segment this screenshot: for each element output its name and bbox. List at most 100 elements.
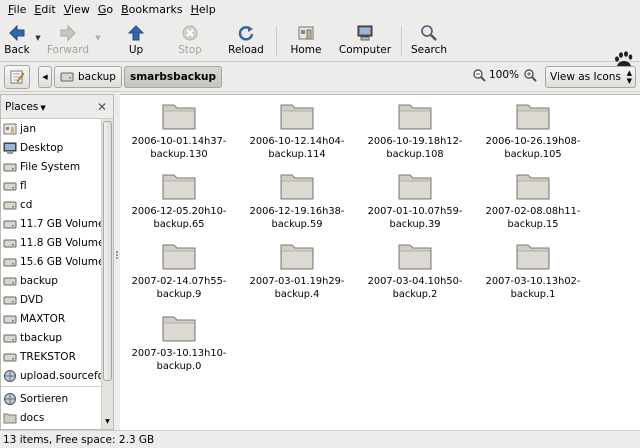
sidebar-scrollbar[interactable]: ▼ [101, 119, 113, 429]
forward-history-dropdown[interactable]: ▼ [92, 20, 104, 60]
folder-item[interactable]: 2007-02-08.08h11- backup.15 [474, 171, 592, 231]
sidebar-item-desktop[interactable]: Desktop [1, 138, 101, 157]
sidebar-item-docs[interactable]: docs [1, 408, 101, 427]
sidebar-item-label: 11.8 GB Volume [20, 236, 101, 249]
sidebar-item-11-8-gb-volume[interactable]: 11.8 GB Volume [1, 233, 101, 252]
folder-item[interactable]: 2006-10-26.19h08- backup.105 [474, 101, 592, 161]
pane-resize-grip[interactable] [115, 250, 119, 262]
folder-item[interactable]: 2006-12-05.20h10- backup.65 [120, 171, 238, 231]
drive-icon [3, 293, 20, 307]
chevron-down-icon: ▼ [40, 103, 46, 112]
sidebar-item-11-7-gb-volume[interactable]: 11.7 GB Volume [1, 214, 101, 233]
sidebar-item-label: Desktop [20, 141, 64, 154]
folder-item[interactable]: 2006-10-12.14h04- backup.114 [238, 101, 356, 161]
view-mode-select[interactable]: View as Icons ▲ ▼ [545, 66, 636, 88]
scroll-down-icon[interactable]: ▼ [103, 417, 112, 427]
sidebar-item-backup[interactable]: backup [1, 271, 101, 290]
desktop-icon [3, 141, 20, 155]
search-label: Search [410, 44, 448, 56]
folder-item[interactable]: 2007-01-10.07h59- backup.39 [356, 171, 474, 231]
sidebar-item-maxtor[interactable]: MAXTOR [1, 309, 101, 328]
folder-icon [162, 244, 196, 270]
file-icon-view[interactable]: 2006-10-01.14h37- backup.130 2006-10-12.1… [120, 94, 640, 430]
sidebar-item-file-system[interactable]: File System [1, 157, 101, 176]
scrollbar-thumb[interactable] [103, 121, 112, 381]
breadcrumb-smarbsbackup[interactable]: smarbsbackup [123, 65, 222, 88]
sidebar-item-label: File System [20, 160, 81, 173]
network-icon [3, 392, 20, 406]
sidebar-item-fl[interactable]: fl [1, 176, 101, 195]
breadcrumb-backup[interactable]: backup [54, 65, 122, 88]
sidebar-item-dvd[interactable]: DVD [1, 290, 101, 309]
breadcrumb-scroll-left-button[interactable]: ◀ [38, 65, 52, 88]
folder-name: 2007-03-10.13h02- backup.1 [485, 276, 581, 300]
menu-edit[interactable]: Edit [30, 0, 59, 20]
home-icon [298, 26, 314, 40]
folder-item[interactable]: 2007-03-10.13h02- backup.1 [474, 241, 592, 301]
folder-item[interactable]: 2007-03-01.19h29- backup.4 [238, 241, 356, 301]
folder-icon [280, 104, 314, 130]
folder-icon [516, 244, 550, 270]
folder-name: 2006-12-05.20h10- backup.65 [131, 206, 227, 230]
folder-name: 2007-03-10.13h10- backup.0 [131, 348, 227, 372]
zoom-in-icon[interactable] [523, 68, 537, 82]
sidebar-item-label: 11.7 GB Volume [20, 217, 101, 230]
chevron-down-icon: ▼ [35, 34, 41, 42]
menu-help[interactable]: Help [187, 0, 220, 20]
folder-name: 2007-02-08.08h11- backup.15 [485, 206, 581, 230]
drive-icon [3, 350, 20, 364]
folder-item[interactable]: 2006-10-01.14h37- backup.130 [120, 101, 238, 161]
folder-item[interactable]: 2006-10-19.18h12- backup.108 [356, 101, 474, 161]
chevron-updown-icon: ▲ ▼ [626, 69, 632, 85]
forward-button[interactable]: Forward [44, 20, 92, 60]
places-list: jan Desktop File System fl cd 11.7 GB Volume 1… [1, 119, 101, 429]
folder-item[interactable]: 2007-02-14.07h55- backup.9 [120, 241, 238, 301]
menu-file[interactable]: File [4, 0, 30, 20]
folder-name: 2006-12-19.16h38- backup.59 [249, 206, 345, 230]
folder-icon [398, 104, 432, 130]
sidebar-item-15-6-gb-volume[interactable]: 15.6 GB Volume [1, 252, 101, 271]
sidebar-item-trekstor[interactable]: TREKSTOR [1, 347, 101, 366]
sidebar-item-upload-sourcefor[interactable]: upload.sourcefor [1, 366, 101, 385]
menu-go[interactable]: Go [94, 0, 117, 20]
back-button[interactable]: Back [2, 20, 32, 60]
folder-icon [398, 244, 432, 270]
folder-item[interactable]: 2006-12-19.16h38- backup.59 [238, 171, 356, 231]
home-button[interactable]: Home [283, 20, 329, 60]
reload-button[interactable]: Reload [222, 20, 270, 60]
folder-name: 2006-10-01.14h37- backup.130 [131, 136, 227, 160]
folder-icon [3, 411, 20, 425]
search-button[interactable]: Search [408, 20, 450, 60]
sidebar-item-tbackup[interactable]: tbackup [1, 328, 101, 347]
sidebar-item-label: MAXTOR [20, 312, 66, 325]
drive-icon [3, 217, 20, 231]
sidebar-item-cd[interactable]: cd [1, 195, 101, 214]
stop-label: Stop [178, 44, 202, 56]
sidebar-type-select[interactable]: Places ▼ [5, 101, 46, 113]
toggle-location-entry-button[interactable] [4, 64, 30, 89]
sidebar-item-label: upload.sourcefor [20, 369, 101, 382]
menu-view[interactable]: View [60, 0, 94, 20]
computer-button[interactable]: Computer [335, 20, 395, 60]
back-history-dropdown[interactable]: ▼ [32, 20, 44, 60]
folder-name: 2006-10-26.19h08- backup.105 [485, 136, 581, 160]
location-bar: ◀ backup smarbsbackup 100% View as Icons… [0, 62, 640, 92]
search-icon [421, 25, 437, 41]
zoom-out-icon[interactable] [472, 68, 486, 82]
computer-icon [357, 25, 373, 41]
network-icon [3, 369, 20, 383]
sidebar-item-label: 15.6 GB Volume [20, 255, 101, 268]
zoom-level[interactable]: 100% [489, 69, 519, 81]
reload-icon [238, 26, 254, 41]
sidebar-item-jan[interactable]: jan [1, 119, 101, 138]
folder-icon [398, 174, 432, 200]
sidebar-item-sortieren[interactable]: Sortieren [1, 389, 101, 408]
folder-item[interactable]: 2007-03-10.13h10- backup.0 [120, 313, 238, 373]
up-button[interactable]: Up [114, 20, 158, 60]
close-icon[interactable]: ✕ [97, 100, 107, 114]
folder-item[interactable]: 2007-03-04.10h50- backup.2 [356, 241, 474, 301]
chevron-left-icon: ◀ [42, 72, 48, 81]
stop-button[interactable]: Stop [168, 20, 212, 60]
sidebar-item-label: Sortieren [20, 392, 69, 405]
menu-bookmarks[interactable]: Bookmarks [117, 0, 186, 20]
